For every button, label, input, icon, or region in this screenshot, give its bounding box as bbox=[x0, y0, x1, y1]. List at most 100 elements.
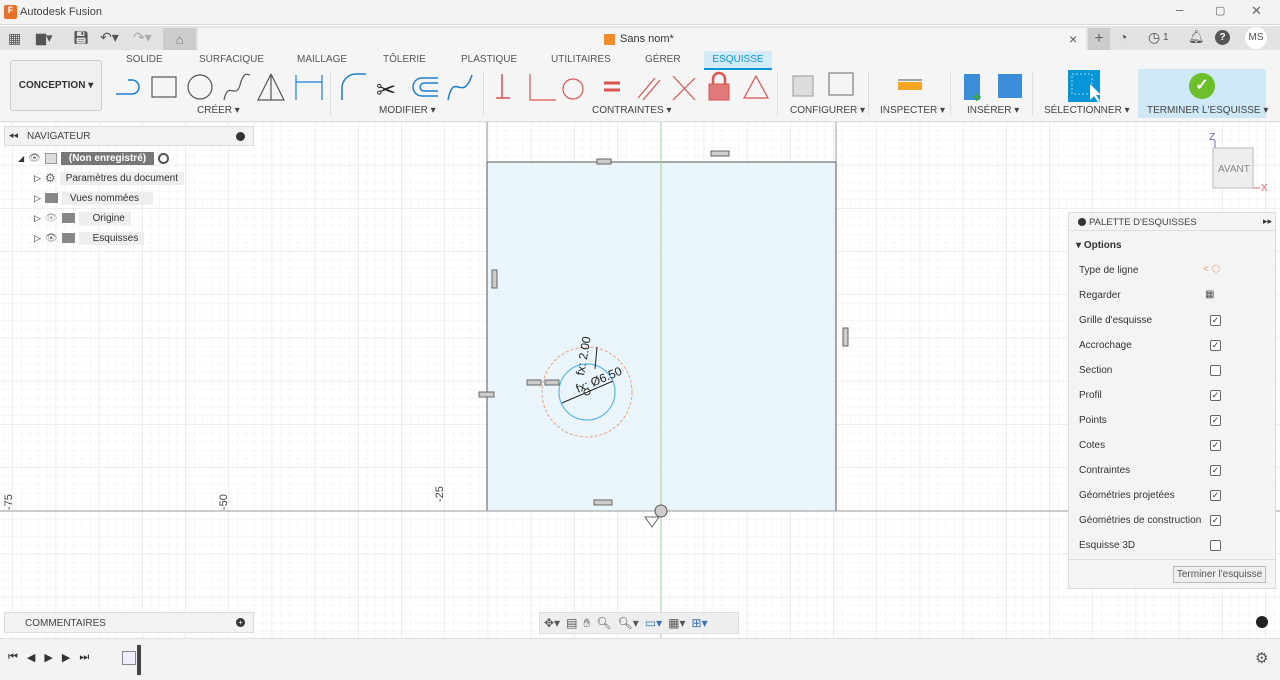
insert-menu[interactable]: INSÉRER ▾ bbox=[967, 105, 1019, 116]
finish-sketch-button[interactable]: ✓ TERMINER L'ESQUISSE ▾ bbox=[1138, 69, 1268, 118]
select-tool-icon[interactable] bbox=[1068, 70, 1101, 102]
expand-arrow-icon[interactable]: ▷ bbox=[34, 213, 41, 224]
expand-arrow-icon[interactable]: ▷ bbox=[34, 193, 41, 204]
visibility-eye-icon[interactable]: 👁︎ bbox=[28, 153, 41, 164]
home-button[interactable]: ⌂ bbox=[163, 28, 196, 51]
tab-gerer[interactable]: GÉRER bbox=[645, 54, 681, 65]
display-settings-icon[interactable]: ▭▾ bbox=[645, 616, 662, 630]
palette-option-checkbox[interactable]: ✓ bbox=[1210, 515, 1221, 526]
job-status-icon[interactable]: ◷ bbox=[1148, 29, 1160, 46]
apps-grid-icon[interactable]: ▦ bbox=[8, 30, 21, 47]
navigator-root[interactable]: ◢ 👁︎ (Non enregistré) bbox=[18, 150, 170, 166]
create-menu[interactable]: CRÉER ▾ bbox=[197, 105, 240, 116]
add-comment-icon[interactable]: + bbox=[236, 618, 245, 627]
inspect-menu[interactable]: INSPECTER ▾ bbox=[880, 105, 945, 116]
line-tool-icon[interactable] bbox=[116, 79, 140, 95]
navigator-minimize-icon[interactable] bbox=[236, 132, 245, 141]
trim-scissors-icon[interactable]: ✂ bbox=[376, 77, 396, 104]
fix-constraint-icon[interactable] bbox=[496, 74, 510, 99]
go-to-start-icon[interactable]: ⏮ bbox=[8, 651, 18, 664]
expand-arrow-icon[interactable]: ▷ bbox=[34, 233, 41, 244]
tab-maillage[interactable]: MAILLAGE bbox=[297, 54, 347, 65]
collapse-navigator-icon[interactable]: ◂◂ bbox=[9, 130, 18, 141]
redo-icon[interactable]: ↷▾ bbox=[133, 29, 152, 46]
timeline-settings-icon[interactable]: ⚙ bbox=[1255, 649, 1268, 667]
expand-arrow-icon[interactable]: ▷ bbox=[34, 173, 41, 184]
close-window-button[interactable]: ✕ bbox=[1251, 3, 1262, 19]
navigator-item[interactable]: ▷ 👁︎ Origine bbox=[34, 210, 131, 226]
extensions-icon[interactable]: ◔ bbox=[1119, 29, 1127, 45]
measure-icon[interactable] bbox=[898, 79, 922, 90]
maximize-button[interactable]: ▢ bbox=[1215, 4, 1225, 17]
user-avatar[interactable]: MS bbox=[1245, 27, 1267, 49]
file-menu-icon[interactable]: ▆▾ bbox=[36, 30, 53, 46]
active-radio-icon[interactable] bbox=[158, 152, 170, 164]
palette-expand-icon[interactable]: ▸▸ bbox=[1263, 216, 1272, 227]
viewports-icon[interactable]: ⊞▾ bbox=[692, 616, 708, 630]
timeline-sketch-feature-icon[interactable] bbox=[122, 651, 136, 665]
modify-menu[interactable]: MODIFIER ▾ bbox=[379, 105, 436, 116]
sketch-canvas[interactable]: -75 -50 -25 fx: Ø6.50 fx: 2.00 AVANT Z X… bbox=[0, 122, 1280, 638]
lock-icon[interactable] bbox=[708, 71, 730, 101]
look-at-icon[interactable]: ▦ bbox=[1205, 289, 1214, 300]
expand-arrow-icon[interactable]: ◢ bbox=[18, 154, 24, 163]
visibility-eye-icon[interactable]: 👁︎ bbox=[45, 233, 58, 244]
close-tab-button[interactable]: × bbox=[1069, 31, 1077, 47]
palette-option-checkbox[interactable]: ✓ bbox=[1210, 440, 1221, 451]
palette-minimize-icon[interactable] bbox=[1078, 218, 1086, 226]
navigator-item[interactable]: ▷ ⚙ Paramètres du document bbox=[34, 170, 184, 186]
navigator-item[interactable]: ▷ 👁︎ Esquisses bbox=[34, 230, 145, 246]
palette-option-checkbox[interactable]: ✓ bbox=[1210, 415, 1221, 426]
play-icon[interactable]: ▶ bbox=[44, 651, 52, 664]
notifications-icon[interactable]: 🔔︎ bbox=[1188, 29, 1205, 45]
perpendicular-constraint-icon[interactable] bbox=[672, 75, 696, 101]
select-menu[interactable]: SÉLECTIONNER ▾ bbox=[1044, 105, 1130, 116]
navigator-item[interactable]: ▷ Vues nommées bbox=[34, 190, 154, 206]
constraints-menu[interactable]: CONTRAINTES ▾ bbox=[592, 105, 671, 116]
step-back-icon[interactable]: ◀ bbox=[27, 651, 35, 664]
palette-option-checkbox[interactable] bbox=[1210, 540, 1221, 551]
save-icon[interactable]: 💾︎ bbox=[73, 30, 90, 46]
finish-sketch-palette-button[interactable]: Terminer l'esquisse bbox=[1173, 566, 1266, 583]
offset-tool-icon[interactable] bbox=[412, 77, 438, 97]
orbit-icon[interactable]: ✥▾ bbox=[544, 616, 560, 630]
origin-point-icon[interactable] bbox=[654, 504, 668, 518]
fillet-tool-icon[interactable] bbox=[341, 73, 366, 100]
tab-utilitaires[interactable]: UTILITAIRES bbox=[551, 54, 611, 65]
go-to-end-icon[interactable]: ⏭ bbox=[79, 651, 89, 664]
step-forward-icon[interactable]: ▶ bbox=[62, 651, 70, 664]
curve-tool-icon[interactable] bbox=[447, 74, 473, 101]
configure-menu[interactable]: CONFIGURER ▾ bbox=[790, 105, 865, 116]
dimension-tool-icon[interactable] bbox=[295, 75, 323, 100]
workspace-switcher[interactable]: CONCEPTION ▾ bbox=[10, 60, 102, 111]
palette-option-checkbox[interactable]: ✓ bbox=[1210, 490, 1221, 501]
tangent-constraint-icon[interactable] bbox=[562, 78, 584, 100]
insert-icon[interactable]: + bbox=[964, 74, 1022, 104]
palette-option-checkbox[interactable]: ✓ bbox=[1210, 465, 1221, 476]
undo-icon[interactable]: ↶▾ bbox=[100, 29, 119, 46]
mirror-tool-icon[interactable] bbox=[257, 73, 285, 101]
rendering-icon[interactable] bbox=[1256, 616, 1268, 628]
help-icon[interactable]: ? bbox=[1215, 30, 1230, 45]
tab-tolerie[interactable]: TÔLERIE bbox=[383, 54, 426, 65]
equal-constraint-icon[interactable] bbox=[604, 81, 620, 92]
parameters-icon[interactable] bbox=[792, 72, 854, 97]
new-tab-button[interactable]: + bbox=[1088, 28, 1110, 51]
options-section-header[interactable]: ▾ Options bbox=[1076, 240, 1122, 251]
palette-option-checkbox[interactable]: ✓ bbox=[1210, 315, 1221, 326]
palette-option-checkbox[interactable]: ✓ bbox=[1210, 340, 1221, 351]
zoom-window-icon[interactable]: 🔍︎▾ bbox=[618, 616, 639, 630]
tab-solide[interactable]: SOLIDE bbox=[126, 54, 163, 65]
grid-settings-icon[interactable]: ▦▾ bbox=[668, 616, 685, 630]
tab-surfacique[interactable]: SURFACIQUE bbox=[199, 54, 264, 65]
palette-option-checkbox[interactable] bbox=[1210, 365, 1221, 376]
comments-panel[interactable]: COMMENTAIRES + bbox=[4, 612, 254, 633]
palette-option-checkbox[interactable]: ✓ bbox=[1210, 390, 1221, 401]
parallel-constraint-icon[interactable] bbox=[637, 77, 661, 101]
symmetry-constraint-icon[interactable] bbox=[742, 74, 770, 99]
tab-esquisse[interactable]: ESQUISSE bbox=[704, 51, 772, 70]
line-type-icon[interactable]: < ⬡ bbox=[1203, 264, 1220, 275]
pan-hand-icon[interactable]: ✋︎ bbox=[583, 616, 590, 631]
rectangle-tool-icon[interactable] bbox=[151, 76, 177, 98]
document-tab[interactable]: Sans nom* × bbox=[198, 28, 1086, 51]
